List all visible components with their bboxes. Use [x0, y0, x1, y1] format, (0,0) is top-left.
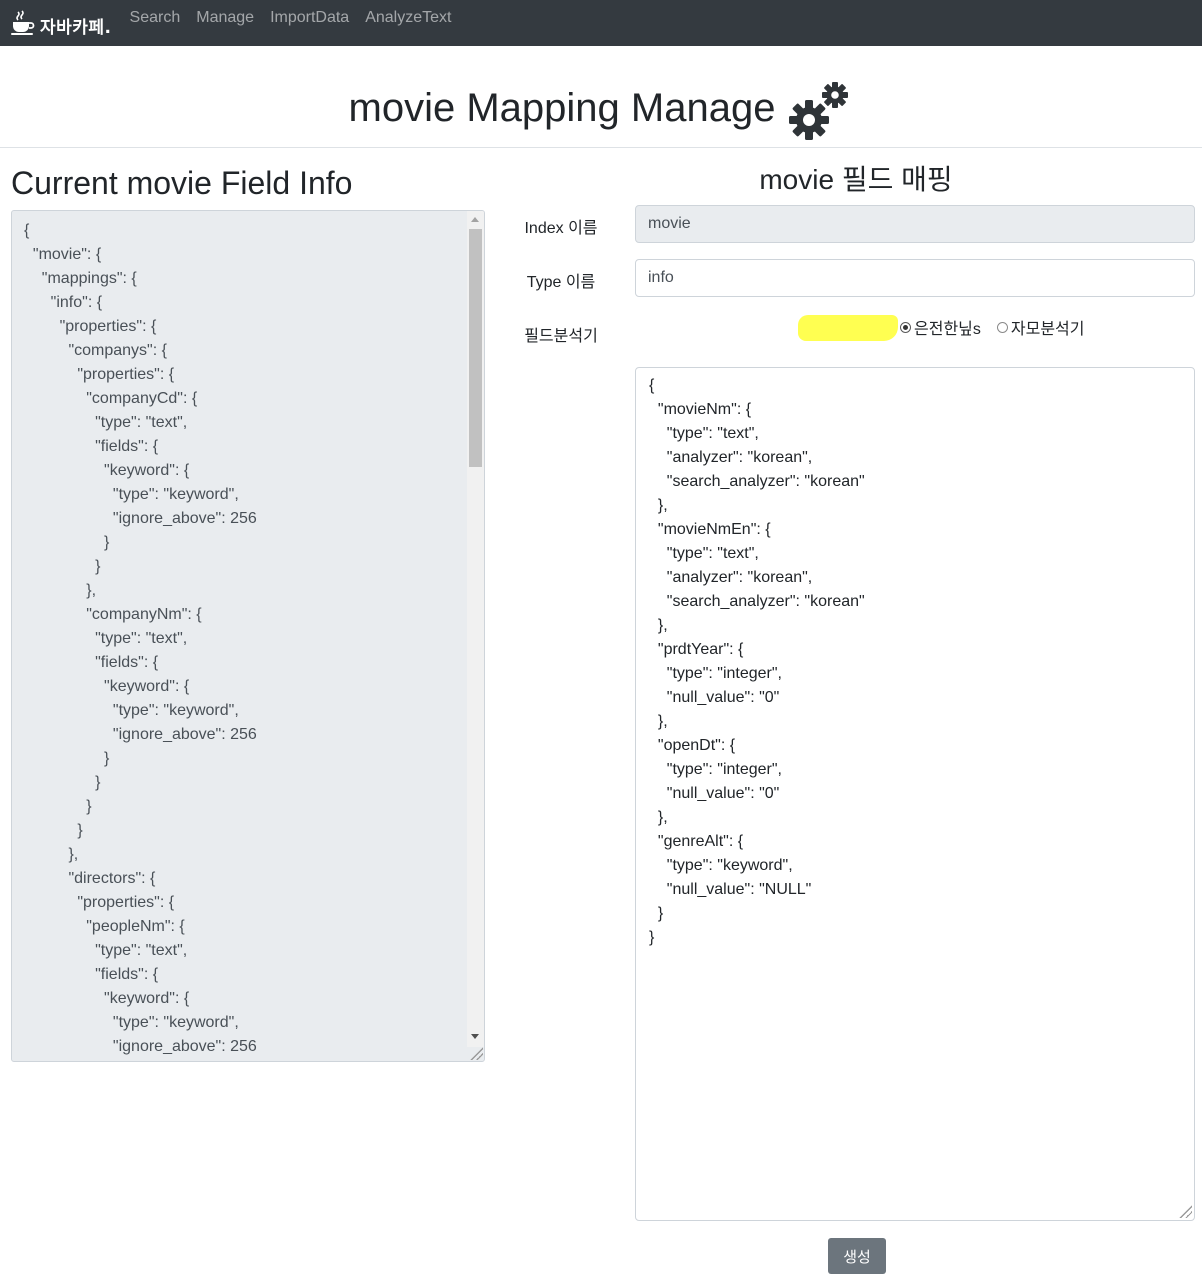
field-mapping-textarea[interactable]: { "movieNm": { "type": "text", "analyzer… [635, 367, 1195, 1221]
analyzer-option-eunjeon[interactable]: 은전한닢s [798, 314, 981, 341]
field-analyzer-label: 필드분석기 [524, 328, 598, 345]
coffee-cup-icon [11, 10, 35, 35]
type-name-input[interactable] [635, 259, 1195, 297]
analyzer-option-label: 은전한닢s [914, 321, 981, 338]
yellow-highlight-mark [798, 315, 898, 341]
nav-link-analyzetext[interactable]: AnalyzeText [357, 9, 459, 27]
radio-checked-icon[interactable] [900, 321, 911, 333]
resize-grip-icon[interactable] [469, 1046, 483, 1060]
analyzer-option-label: 자모분석기 [1010, 321, 1085, 338]
gears-icon [789, 82, 849, 140]
index-name-input[interactable] [635, 205, 1195, 243]
type-name-label: Type 이름 [526, 274, 596, 291]
current-mapping-json: { "movie": { "mappings": { "info": { "pr… [24, 222, 257, 1055]
nav-link-manage[interactable]: Manage [188, 9, 262, 27]
scroll-up-arrow-icon[interactable] [471, 217, 479, 222]
vertical-scrollbar[interactable] [467, 211, 484, 1047]
radio-unchecked-icon[interactable] [996, 321, 1008, 333]
brand-logo[interactable]: 자바카페. [10, 3, 112, 43]
current-field-info-heading: Current movie Field Info [11, 165, 353, 201]
navbar: 자바카페. Search Manage ImportData AnalyzeTe… [0, 0, 1202, 46]
page-header: movie Mapping Manage [0, 46, 1202, 148]
page-title: movie Mapping Manage [348, 86, 776, 130]
analyzer-option-jamo[interactable]: 자모분석기 [996, 315, 1085, 339]
scroll-down-arrow-icon[interactable] [471, 1034, 479, 1039]
nav-link-importdata[interactable]: ImportData [262, 9, 357, 27]
analyzer-radio-group: 은전한닢s 자모분석기 [798, 314, 1093, 341]
field-mapping-heading: movie 필드 매핑 [759, 164, 953, 195]
nav-link-search[interactable]: Search [122, 9, 189, 27]
resize-grip-icon[interactable] [1178, 1204, 1192, 1218]
index-name-label: Index 이름 [524, 220, 598, 237]
create-button[interactable]: 생성 [828, 1238, 886, 1274]
scroll-thumb[interactable] [469, 229, 482, 467]
brand-name: 자바카페. [40, 17, 112, 38]
current-mapping-textarea[interactable]: { "movie": { "mappings": { "info": { "pr… [11, 210, 485, 1062]
nav-links: Search Manage ImportData AnalyzeText [122, 9, 460, 27]
page-title-wrap: movie Mapping Manage [0, 74, 1202, 142]
field-mapping-json: { "movieNm": { "type": "text", "analyzer… [649, 377, 865, 946]
